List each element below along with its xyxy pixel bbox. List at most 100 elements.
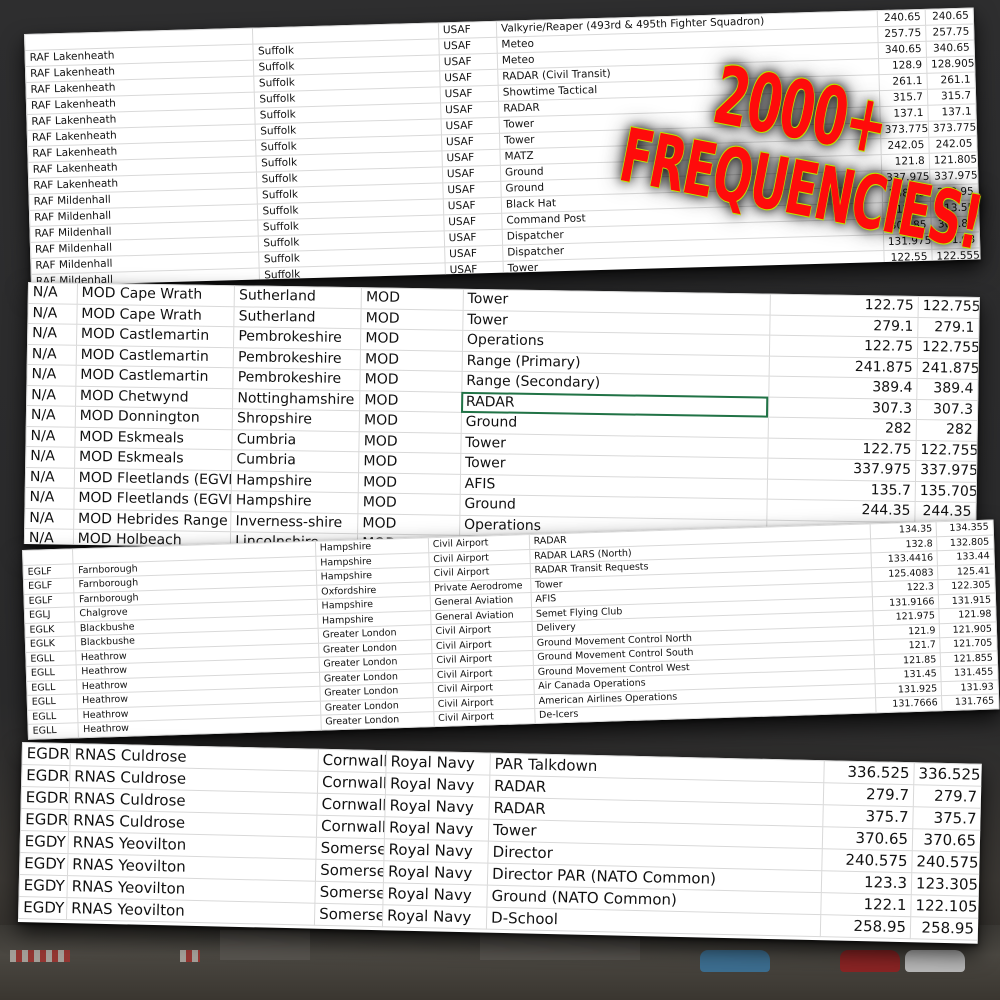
operator-cell[interactable]: Royal Navy [383, 860, 488, 886]
frequency-alt-cell[interactable]: 389.4 [916, 378, 979, 400]
county-cell[interactable]: Pembrokeshire [233, 367, 361, 391]
operator-cell[interactable]: USAF [444, 229, 503, 247]
icao-cell[interactable]: EGLL [25, 650, 77, 667]
frequency-cell[interactable]: 240.575 [821, 848, 913, 873]
operator-cell[interactable]: MOD [358, 451, 461, 474]
icao-cell[interactable]: EGLJ [24, 606, 76, 623]
icao-cell[interactable]: EGDR [20, 786, 70, 810]
icao-cell[interactable]: EGLK [25, 635, 77, 652]
operator-cell[interactable]: USAF [440, 101, 499, 119]
frequency-cell[interactable]: 134.35 [869, 521, 937, 539]
frequency-alt-cell[interactable]: 240.65 [925, 7, 974, 26]
icao-cell[interactable]: EGLL [27, 708, 79, 725]
frequency-alt-cell[interactable]: 242.05 [928, 135, 978, 154]
frequency-alt-cell[interactable]: 370.65 [912, 828, 981, 853]
frequency-alt-cell[interactable]: 313.55 [930, 199, 979, 218]
icao-cell[interactable]: EGDY [19, 852, 68, 876]
county-cell[interactable]: Sutherland [234, 306, 362, 329]
frequency-alt-cell[interactable]: 337.975 [929, 167, 979, 186]
operator-cell[interactable]: Royal Navy [384, 794, 490, 820]
frequency-cell[interactable]: 261.1 [878, 73, 928, 91]
frequency-alt-cell[interactable]: 308.85 [930, 215, 980, 234]
frequency-alt-cell[interactable]: 122.305 [938, 577, 996, 595]
operator-cell[interactable]: USAF [441, 133, 500, 151]
operator-cell[interactable]: USAF [439, 53, 498, 71]
frequency-cell[interactable]: 375.7 [822, 804, 914, 829]
frequency-cell[interactable]: 131.775 [875, 710, 943, 727]
icao-cell[interactable] [22, 548, 74, 565]
frequency-alt-cell[interactable]: 131.455 [941, 664, 999, 682]
icao-cell[interactable]: N/A [26, 405, 76, 427]
frequency-alt-cell[interactable]: 375.7 [912, 806, 982, 831]
frequency-cell[interactable]: 121.7 [873, 637, 941, 655]
frequency-cell[interactable]: 131.9166 [872, 594, 940, 611]
operator-cell[interactable]: MOD [358, 472, 461, 495]
operator-cell[interactable]: MOD [360, 349, 463, 372]
operator-cell[interactable]: USAF [440, 117, 500, 135]
frequency-alt-cell[interactable]: 261.1 [926, 71, 976, 90]
operator-cell[interactable]: MOD [358, 492, 461, 515]
frequency-alt-cell[interactable]: 279.7 [913, 784, 982, 809]
frequency-cell[interactable]: 336.525 [823, 760, 915, 785]
frequency-alt-cell[interactable]: 131.765 [941, 693, 999, 711]
operator-cell[interactable]: USAF [443, 213, 503, 231]
frequency-alt-cell[interactable]: 121.705 [940, 635, 998, 653]
icao-cell[interactable]: N/A [27, 323, 77, 345]
frequency-alt-cell[interactable]: 279.1 [917, 316, 980, 339]
frequency-alt-cell[interactable]: 307.3 [916, 398, 978, 421]
icao-cell[interactable]: EGLF [23, 592, 75, 609]
county-cell[interactable]: Somerset [314, 881, 384, 905]
location-cell[interactable]: MOD Chetwynd [75, 385, 234, 409]
county-cell[interactable]: Cornwall [316, 815, 385, 839]
location-cell[interactable]: RNAS Yeovilton [66, 897, 315, 926]
icao-cell[interactable]: EGDY [18, 896, 67, 920]
operator-cell[interactable]: USAF [441, 149, 501, 167]
icao-cell[interactable]: N/A [24, 528, 74, 550]
frequency-cell[interactable]: 133.4416 [870, 550, 938, 568]
frequency-cell[interactable]: 242.05 [880, 137, 930, 155]
frequency-alt-cell[interactable]: 128.905 [926, 55, 975, 74]
county-cell[interactable]: Shropshire [232, 408, 360, 432]
frequency-alt-cell[interactable]: 121.855 [940, 650, 998, 667]
icao-cell[interactable]: EGDY [19, 830, 69, 854]
operator-cell[interactable]: MOD [357, 513, 460, 536]
location-cell[interactable]: MOD Donnington [74, 406, 233, 430]
frequency-alt-cell[interactable]: 122.555 [931, 247, 981, 266]
frequency-cell[interactable]: 258.95 [820, 914, 911, 939]
operator-cell[interactable]: USAF [438, 37, 498, 55]
location-cell[interactable]: MOD Cape Wrath [76, 283, 235, 307]
county-cell[interactable]: Inverness-shire [230, 511, 359, 534]
frequency-alt-cell[interactable]: 258.95 [910, 916, 979, 941]
frequency-cell[interactable]: 373.775 [880, 121, 929, 139]
frequency-cell[interactable]: 125.4083 [871, 565, 939, 582]
location-cell[interactable]: MOD Castlemartin [76, 324, 235, 348]
frequency-cell[interactable]: 135.7 [766, 478, 916, 502]
location-cell[interactable]: MOD Castlemartin [75, 365, 234, 389]
county-cell[interactable]: Somerset [314, 903, 383, 927]
frequency-alt-cell[interactable]: 135.705 [915, 480, 977, 503]
icao-cell[interactable]: N/A [26, 364, 76, 386]
icao-cell[interactable]: EGDR [21, 742, 71, 766]
operator-cell[interactable]: USAF [443, 197, 502, 215]
operator-cell[interactable]: MOD [359, 431, 462, 454]
location-cell[interactable]: MOD Cape Wrath [76, 303, 235, 327]
frequency-cell[interactable]: 244.35 [766, 499, 916, 522]
icao-cell[interactable]: N/A [28, 282, 78, 304]
frequency-cell[interactable]: 122.75 [767, 437, 917, 461]
county-cell[interactable]: Pembrokeshire [233, 326, 362, 350]
county-cell[interactable]: Sutherland [234, 285, 362, 309]
frequency-cell[interactable]: 389.4 [768, 376, 918, 399]
frequency-alt-cell[interactable]: 121.905 [939, 621, 997, 638]
operator-cell[interactable]: Royal Navy [382, 904, 487, 930]
frequency-cell[interactable]: 282 [767, 417, 917, 440]
location-cell[interactable]: MOD Fleetlands (EGVF) [74, 467, 232, 491]
operator-cell[interactable]: MOD [360, 369, 462, 392]
frequency-cell[interactable]: 279.1 [769, 314, 919, 338]
frequency-cell[interactable]: 279.7 [823, 782, 914, 807]
operator-cell[interactable]: Royal Navy [383, 838, 489, 864]
frequency-cell[interactable]: 122.75 [769, 335, 918, 358]
location-cell[interactable]: MOD Castlemartin [75, 344, 234, 368]
frequency-cell[interactable]: 121.975 [872, 608, 940, 626]
frequency-alt-cell[interactable]: 131.78 [942, 708, 1000, 725]
icao-cell[interactable]: N/A [25, 466, 75, 489]
